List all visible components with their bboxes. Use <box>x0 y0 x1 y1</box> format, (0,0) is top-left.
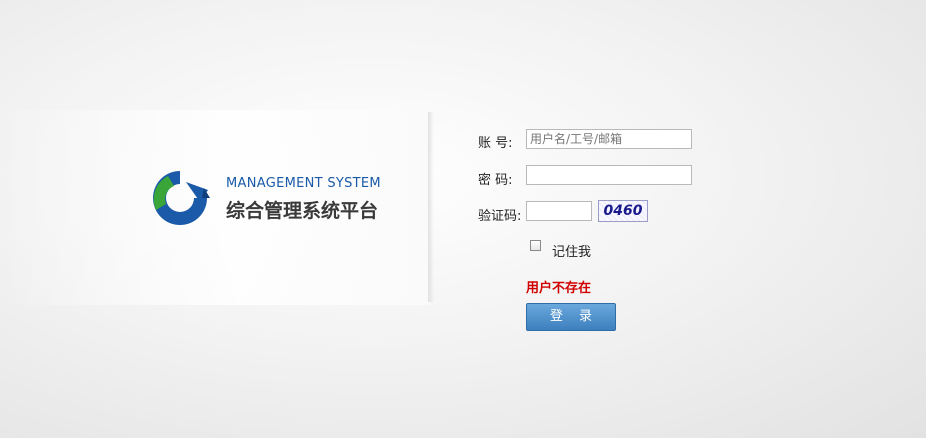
remember-me-checkbox[interactable] <box>530 240 541 251</box>
captcha-image[interactable]: 0460 <box>598 200 648 222</box>
account-input[interactable] <box>526 129 692 149</box>
brand-title-en: MANAGEMENT SYSTEM <box>226 176 381 191</box>
captcha-input[interactable] <box>526 201 592 221</box>
remember-me-label: 记住我 <box>552 245 592 260</box>
account-label: 账 号: <box>478 136 513 151</box>
circular-arrows-logo-icon <box>153 171 210 225</box>
captcha-label: 验证码: <box>478 209 522 224</box>
brand-title-cn: 综合管理系统平台 <box>226 200 379 222</box>
panel-divider <box>428 112 434 302</box>
password-label: 密 码: <box>478 173 513 188</box>
login-button[interactable]: 登 录 <box>526 303 616 331</box>
password-input[interactable] <box>526 165 692 185</box>
error-message: 用户不存在 <box>526 281 592 296</box>
